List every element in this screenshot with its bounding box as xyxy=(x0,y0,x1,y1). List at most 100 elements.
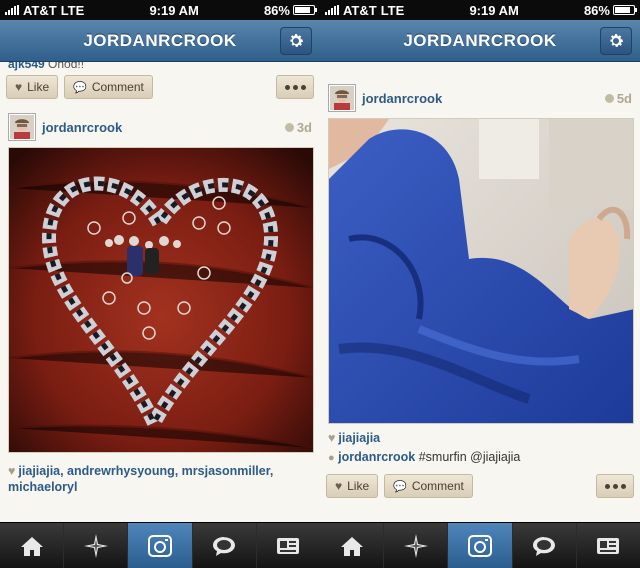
status-bar: AT&T LTE 9:19 AM 86% xyxy=(320,0,640,20)
clock: 9:19 AM xyxy=(469,2,519,18)
like-label: Like xyxy=(27,80,50,94)
tab-camera[interactable] xyxy=(448,523,513,568)
photo-image xyxy=(9,148,313,452)
carrier-group: AT&T LTE xyxy=(5,3,84,18)
screens: AT&T LTE 9:19 AM 86% JORDANRCROOK ajk549… xyxy=(0,0,640,568)
post-photo-chain-heart[interactable] xyxy=(8,147,314,453)
profile-icon xyxy=(277,537,300,554)
more-options-button[interactable] xyxy=(276,75,314,99)
avatar[interactable] xyxy=(328,84,356,112)
likes-line: ♥ jiajiajia, andrewrhysyoung, mrsjasonmil… xyxy=(0,453,320,495)
avatar-image xyxy=(330,86,354,110)
post-photo-blue-onesie[interactable] xyxy=(328,118,634,424)
gear-icon xyxy=(610,34,624,47)
dot xyxy=(284,84,290,90)
post-header: jordanrcrook 3d xyxy=(0,107,320,147)
tab-profile[interactable] xyxy=(257,523,320,568)
right-phone-screen: AT&T LTE 9:19 AM 86% JORDANRCROOK jordan… xyxy=(320,0,640,568)
battery-group: 86% xyxy=(583,2,637,18)
avatar[interactable] xyxy=(8,113,36,141)
comment-button[interactable]: 💬 Comment xyxy=(64,75,153,99)
tab-bar xyxy=(320,522,640,568)
carrier: AT&T xyxy=(343,2,377,18)
likes-line: ♥ jiajiajia xyxy=(320,424,640,446)
dot xyxy=(612,483,618,489)
clock-icon xyxy=(604,93,614,103)
carrier-group: AT&T LTE xyxy=(325,3,404,18)
dot xyxy=(292,84,298,90)
settings-button[interactable] xyxy=(280,27,312,55)
feed[interactable]: jordanrcrook 5d ♥ jiajiajia ● jordanrcro… xyxy=(320,62,640,522)
post-time-label: 3d xyxy=(296,119,312,135)
battery-icon xyxy=(292,5,317,15)
post-username[interactable]: jordanrcrook xyxy=(362,91,442,106)
heart-icon: ♥ xyxy=(8,464,16,478)
nav-bar: JORDANRCROOK xyxy=(320,20,640,62)
likes-list[interactable]: jiajiajia, andrewrhysyoung, mrsjasonmill… xyxy=(8,464,273,494)
speech-bubble-icon: ● xyxy=(328,452,335,464)
heart-icon: ♥ xyxy=(335,479,343,493)
dot xyxy=(604,483,610,489)
signal-icon xyxy=(5,5,19,15)
news-icon xyxy=(533,536,556,556)
tab-profile[interactable] xyxy=(577,523,640,568)
left-phone-screen: AT&T LTE 9:19 AM 86% JORDANRCROOK ajk549… xyxy=(0,0,320,568)
likes-list[interactable]: jiajiajia xyxy=(338,431,380,445)
comment-label: Comment xyxy=(91,80,144,94)
carrier: AT&T xyxy=(23,2,57,18)
home-icon xyxy=(20,536,43,556)
explore-icon xyxy=(83,533,108,558)
dot xyxy=(300,84,306,90)
caption-text: #smurfin @jiajiajia xyxy=(418,450,521,464)
settings-button[interactable] xyxy=(600,27,632,55)
network-type: LTE xyxy=(60,2,85,18)
post-username[interactable]: jordanrcrook xyxy=(42,120,122,135)
home-icon xyxy=(340,536,363,556)
tab-news[interactable] xyxy=(513,523,577,568)
clock: 9:19 AM xyxy=(149,2,199,18)
battery-icon xyxy=(612,5,637,15)
speech-bubble-icon: 💬 xyxy=(393,480,407,493)
dot xyxy=(620,483,626,489)
comment-user[interactable]: ajk549 xyxy=(8,62,45,71)
explore-icon xyxy=(403,533,428,558)
more-options-button[interactable] xyxy=(596,474,634,498)
comment-button[interactable]: 💬 Comment xyxy=(384,474,473,498)
caption-user[interactable]: jordanrcrook xyxy=(338,450,415,464)
like-button[interactable]: ♥ Like xyxy=(6,75,59,99)
tab-news[interactable] xyxy=(193,523,257,568)
signal-icon xyxy=(325,5,339,15)
camera-icon xyxy=(148,534,172,557)
tab-home[interactable] xyxy=(320,523,385,568)
nav-bar: JORDANRCROOK xyxy=(0,20,320,62)
battery-percent: 86% xyxy=(263,2,290,18)
like-label: Like xyxy=(347,479,370,493)
tab-camera[interactable] xyxy=(128,523,193,568)
status-bar: AT&T LTE 9:19 AM 86% xyxy=(0,0,320,20)
comment-text: Ohod!! xyxy=(48,62,85,71)
feed[interactable]: ajk549 Ohod!! ♥ Like 💬 Comment jordanrcr… xyxy=(0,62,320,522)
post-time-label: 5d xyxy=(616,90,632,106)
tab-explore[interactable] xyxy=(384,523,449,568)
previous-comment: ajk549 Ohod!! xyxy=(0,62,320,72)
gear-icon xyxy=(290,34,304,47)
post-time: 3d xyxy=(284,119,312,135)
comment-label: Comment xyxy=(411,479,464,493)
tab-home[interactable] xyxy=(0,523,65,568)
like-button[interactable]: ♥ Like xyxy=(326,474,379,498)
post-header: jordanrcrook 5d xyxy=(320,78,640,118)
caption-line: ● jordanrcrook #smurfin @jiajiajia xyxy=(320,446,640,467)
avatar-image xyxy=(10,115,34,139)
speech-bubble-icon: 💬 xyxy=(73,81,87,94)
tab-explore[interactable] xyxy=(64,523,129,568)
page-title: JORDANRCROOK xyxy=(403,30,557,50)
action-row: ♥ Like 💬 Comment xyxy=(0,72,320,102)
photo-image xyxy=(329,119,633,423)
news-icon xyxy=(213,536,236,556)
heart-icon: ♥ xyxy=(15,80,23,94)
network-type: LTE xyxy=(380,2,405,18)
battery-percent: 86% xyxy=(583,2,610,18)
camera-icon xyxy=(468,534,492,557)
post-time: 5d xyxy=(604,90,632,106)
page-title: JORDANRCROOK xyxy=(83,30,237,50)
